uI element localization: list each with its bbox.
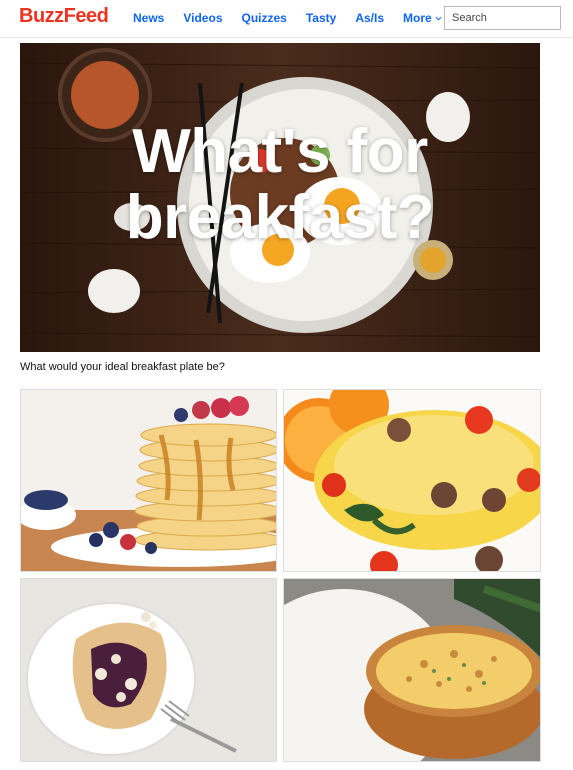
buzzfeed-logo[interactable]: BuzzFeed <box>19 5 109 28</box>
omelette-photo <box>284 390 540 571</box>
nav-quizzes[interactable]: Quizzes <box>242 11 287 25</box>
nav-asis[interactable]: As/Is <box>355 11 384 25</box>
nav-more-label[interactable]: More <box>403 11 432 25</box>
option-pancakes[interactable] <box>20 389 277 572</box>
search-input[interactable] <box>444 6 561 30</box>
hero-title: What's for breakfast? <box>20 119 540 251</box>
site-header: BuzzFeed News Videos Quizzes Tasty As/Is… <box>0 0 573 38</box>
hero-image: What's for breakfast? <box>20 43 540 352</box>
option-quiche[interactable] <box>283 578 541 762</box>
crepe-photo <box>21 579 276 761</box>
quiche-photo <box>284 579 540 761</box>
nav-tasty[interactable]: Tasty <box>306 11 336 25</box>
nav-videos[interactable]: Videos <box>183 11 222 25</box>
option-crepe[interactable] <box>20 578 277 762</box>
nav-more[interactable]: More <box>403 11 442 25</box>
main-nav: News Videos Quizzes Tasty As/Is More <box>133 11 442 25</box>
pancake-stack-photo <box>21 390 276 571</box>
hero-title-line2: breakfast? <box>125 183 435 252</box>
hero-title-line1: What's for <box>132 117 428 186</box>
nav-news[interactable]: News <box>133 11 164 25</box>
option-omelette[interactable] <box>283 389 541 572</box>
quiz-question: What would your ideal breakfast plate be… <box>20 361 225 373</box>
chevron-down-icon <box>435 16 442 21</box>
